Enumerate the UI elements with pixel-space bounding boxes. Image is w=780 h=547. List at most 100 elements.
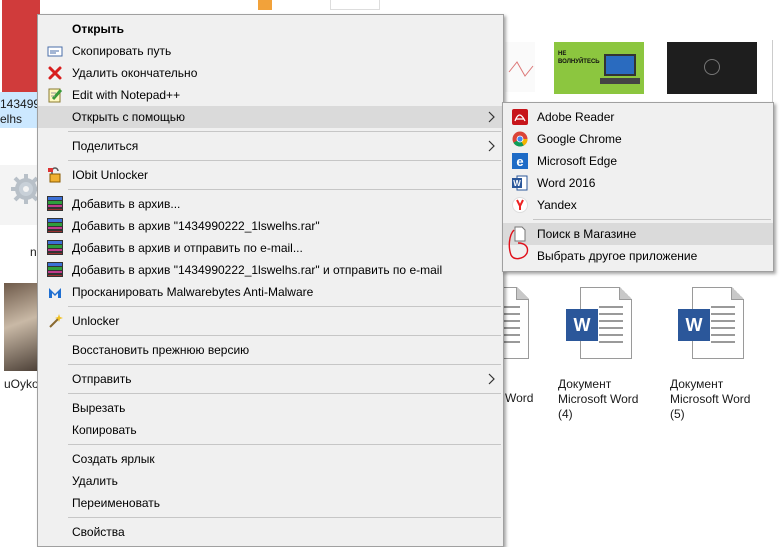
menu-item-archive-and-email[interactable]: Добавить в архив и отправить по e-mail..… [38, 237, 503, 259]
menu-item-label: Открыть с помощью [72, 110, 186, 124]
menu-item-label: Edit with Notepad++ [72, 88, 181, 102]
menu-item-copy-path[interactable]: Скопировать путь [38, 40, 503, 62]
menu-item-unlocker[interactable]: Unlocker [38, 310, 503, 332]
menu-separator [68, 306, 501, 307]
menu-item-label: IObit Unlocker [72, 168, 149, 182]
adobe-reader-icon [512, 109, 528, 125]
menu-item-label: Yandex [537, 198, 577, 212]
folder-icon-partial [258, 0, 272, 10]
malwarebytes-icon [47, 284, 63, 300]
winrar-icon [47, 240, 63, 256]
open-with-word-2016[interactable]: W Word 2016 [503, 172, 773, 194]
menu-item-label: Переименовать [72, 496, 160, 510]
menu-item-label: Просканировать Malwarebytes Anti-Malware [72, 285, 314, 299]
menu-item-open-with[interactable]: Открыть с помощью [38, 106, 503, 128]
word-document-icon[interactable]: W [678, 287, 744, 359]
menu-item-delete-permanently[interactable]: Удалить окончательно [38, 62, 503, 84]
menu-item-cut[interactable]: Вырезать [38, 397, 503, 419]
open-with-submenu: Adobe Reader Google Chrome e Microsoft E… [502, 102, 774, 272]
menu-item-properties[interactable]: Свойства [38, 521, 503, 543]
edge-icon: e [512, 153, 528, 169]
file-label[interactable]: Документ Microsoft Word (4) [558, 377, 638, 422]
iobit-lock-icon [47, 167, 63, 183]
play-circle-icon [704, 59, 720, 75]
word-document-icon[interactable]: W [566, 287, 632, 359]
menu-item-add-to-named-archive[interactable]: Добавить в архив "1434990222_1lswelhs.ra… [38, 215, 503, 237]
chart-thumbnail [505, 42, 535, 92]
svg-text:e: e [516, 154, 523, 169]
word-badge-icon: W [566, 309, 598, 341]
menu-item-label: Добавить в архив "1434990222_1lswelhs.ra… [72, 263, 443, 277]
winrar-icon [47, 196, 63, 212]
copy-path-icon [47, 43, 63, 59]
menu-item-label: Открыть [72, 22, 125, 36]
menu-item-create-shortcut[interactable]: Создать ярлык [38, 448, 503, 470]
menu-item-label: Выбрать другое приложение [537, 249, 698, 263]
chevron-right-icon [487, 106, 497, 128]
open-with-choose-another-app[interactable]: Выбрать другое приложение [503, 245, 773, 267]
word-icon: W [512, 175, 528, 191]
menu-separator [68, 393, 501, 394]
menu-item-label: Google Chrome [537, 132, 622, 146]
menu-separator [68, 517, 501, 518]
menu-item-label: Unlocker [72, 314, 120, 328]
menu-separator [68, 364, 501, 365]
dark-video-thumbnail[interactable] [667, 42, 757, 94]
menu-item-send-to[interactable]: Отправить [38, 368, 503, 390]
notepad-plus-plus-icon [47, 87, 63, 103]
menu-item-delete[interactable]: Удалить [38, 470, 503, 492]
menu-item-label: Копировать [72, 423, 137, 437]
menu-item-malwarebytes-scan[interactable]: Просканировать Malwarebytes Anti-Malware [38, 281, 503, 303]
winrar-icon [47, 218, 63, 234]
context-menu: Открыть Скопировать путь Удалить окончат… [37, 14, 504, 547]
winrar-icon [47, 262, 63, 278]
red-x-icon [47, 65, 63, 81]
menu-item-named-archive-and-email[interactable]: Добавить в архив "1434990222_1lswelhs.ra… [38, 259, 503, 281]
menu-separator [68, 335, 501, 336]
word-badge-icon: W [678, 309, 710, 341]
file-label[interactable]: uOyko [4, 377, 39, 392]
photo-thumbnail[interactable] [4, 283, 40, 371]
unlocker-wand-icon [47, 313, 63, 329]
green-image-thumbnail[interactable]: НЕ ВОЛНУЙТЕСЬ [554, 42, 644, 94]
menu-item-rename[interactable]: Переименовать [38, 492, 503, 514]
menu-item-edit-notepadpp[interactable]: Edit with Notepad++ [38, 84, 503, 106]
yandex-icon [512, 197, 528, 213]
menu-item-label: Добавить в архив и отправить по e-mail..… [72, 241, 303, 255]
menu-item-restore-previous-version[interactable]: Восстановить прежнюю версию [38, 339, 503, 361]
open-with-microsoft-edge[interactable]: e Microsoft Edge [503, 150, 773, 172]
menu-separator [68, 444, 501, 445]
menu-item-iobit-unlocker[interactable]: IObit Unlocker [38, 164, 503, 186]
menu-item-copy[interactable]: Копировать [38, 419, 503, 441]
file-label[interactable]: Word [505, 391, 533, 406]
open-with-google-chrome[interactable]: Google Chrome [503, 128, 773, 150]
thumbnail-caption: НЕ ВОЛНУЙТЕСЬ [558, 51, 600, 65]
laptop-graphic [604, 54, 636, 76]
document-icon-partial [330, 0, 380, 10]
menu-item-label: Удалить [72, 474, 118, 488]
open-with-yandex[interactable]: Yandex [503, 194, 773, 216]
menu-item-label: Скопировать путь [72, 44, 172, 58]
menu-item-label: Word 2016 [537, 176, 596, 190]
pdf-file-icon[interactable] [2, 0, 40, 92]
menu-item-open[interactable]: Открыть [38, 18, 503, 40]
menu-item-label: Поиск в Магазине [537, 227, 637, 241]
menu-item-label: Вырезать [72, 401, 126, 415]
open-with-search-store[interactable]: Поиск в Магазине [503, 223, 773, 245]
svg-text:W: W [513, 179, 521, 188]
gear-icon [0, 165, 39, 225]
menu-item-add-to-archive[interactable]: Добавить в архив... [38, 193, 503, 215]
menu-item-label: Свойства [72, 525, 125, 539]
chevron-right-icon [487, 135, 497, 157]
menu-item-label: Отправить [72, 372, 132, 386]
file-label[interactable]: n [30, 245, 37, 260]
file-label[interactable]: Документ Microsoft Word (5) [670, 377, 750, 422]
menu-item-label: Добавить в архив... [72, 197, 181, 211]
menu-item-label: Восстановить прежнюю версию [72, 343, 250, 357]
menu-item-label: Microsoft Edge [537, 154, 618, 168]
laptop-base [600, 78, 640, 84]
menu-separator [68, 131, 501, 132]
menu-separator [68, 189, 501, 190]
open-with-adobe-reader[interactable]: Adobe Reader [503, 106, 773, 128]
menu-item-share[interactable]: Поделиться [38, 135, 503, 157]
